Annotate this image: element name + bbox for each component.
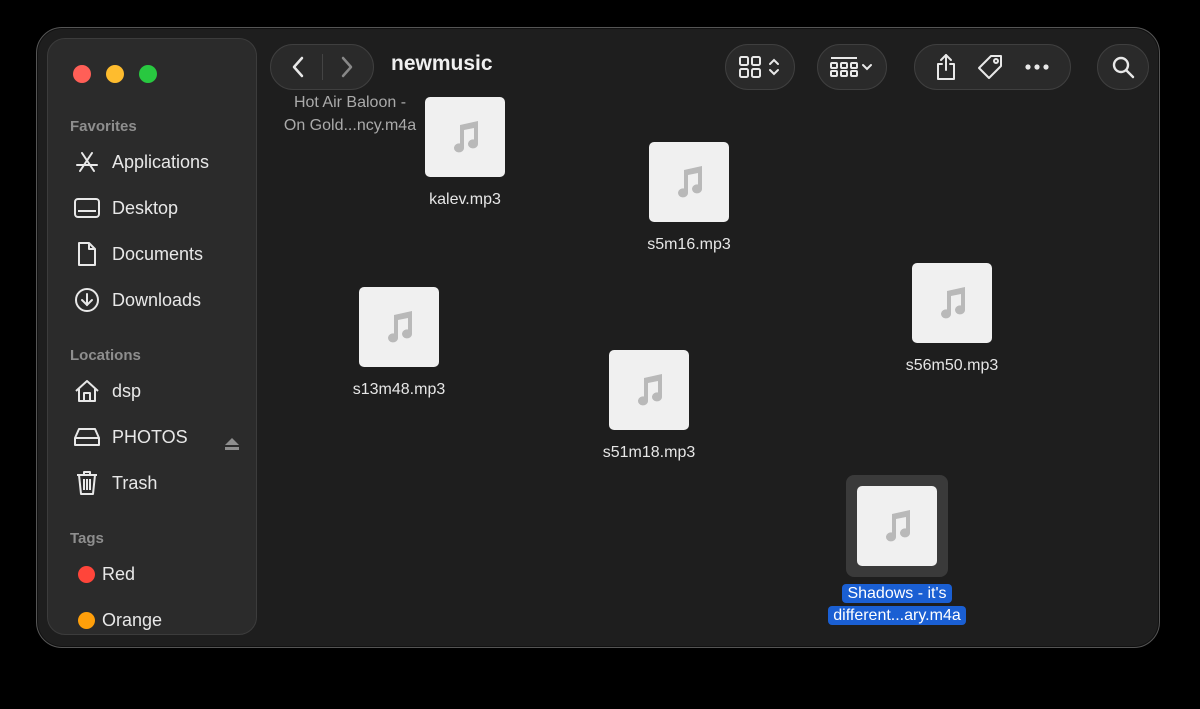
music-file-icon bbox=[609, 350, 689, 430]
file-item[interactable]: s51m18.mp3 bbox=[569, 348, 729, 464]
sidebar-item-photos[interactable]: PHOTOS bbox=[72, 422, 247, 452]
sidebar-item-label: Red bbox=[102, 563, 136, 584]
file-item[interactable]: kalev.mp3 bbox=[385, 95, 545, 211]
icon-view-icon bbox=[739, 56, 779, 78]
window-title: newmusic bbox=[391, 52, 493, 75]
file-name: s13m48.mp3 bbox=[352, 381, 446, 398]
home-icon bbox=[72, 378, 102, 404]
file-item[interactable]: s56m50.mp3 bbox=[872, 261, 1032, 377]
music-file-icon bbox=[425, 97, 505, 177]
sidebar-item-documents[interactable]: Documents bbox=[72, 239, 247, 269]
favorites-header: Favorites bbox=[70, 118, 137, 135]
file-name: kalev.mp3 bbox=[429, 191, 501, 208]
file-item-selected[interactable]: Shadows - it's different...ary.m4a bbox=[817, 475, 977, 627]
file-name: s5m16.mp3 bbox=[647, 236, 731, 253]
music-file-icon bbox=[649, 142, 729, 222]
file-name: s51m18.mp3 bbox=[602, 444, 696, 461]
action-buttons bbox=[914, 44, 1071, 90]
file-item[interactable]: s5m16.mp3 bbox=[609, 140, 769, 256]
trash-icon bbox=[72, 470, 102, 496]
group-by-button[interactable] bbox=[817, 44, 887, 90]
minimize-window-button[interactable] bbox=[106, 65, 124, 83]
drive-icon bbox=[72, 424, 102, 450]
sidebar-item-label: Desktop bbox=[112, 197, 179, 218]
file-item[interactable]: s13m48.mp3 bbox=[319, 285, 479, 401]
file-name-line2: different...ary.m4a bbox=[828, 606, 966, 625]
search-button[interactable] bbox=[1097, 44, 1149, 90]
sidebar: Favorites Applications Desktop Documents… bbox=[47, 38, 257, 635]
forward-button[interactable] bbox=[323, 56, 371, 78]
locations-header: Locations bbox=[70, 347, 141, 364]
sidebar-item-label: PHOTOS bbox=[112, 426, 188, 447]
share-icon bbox=[936, 54, 955, 80]
document-icon bbox=[72, 241, 102, 267]
sidebar-item-label: Downloads bbox=[112, 289, 202, 310]
back-button[interactable] bbox=[274, 56, 322, 78]
eject-icon[interactable] bbox=[224, 437, 240, 456]
sidebar-item-tag-red[interactable]: Red bbox=[72, 559, 247, 589]
sidebar-item-trash[interactable]: Trash bbox=[72, 468, 247, 498]
red-tag-icon bbox=[78, 565, 95, 583]
file-name-line1: Shadows - it's bbox=[842, 584, 952, 603]
tag-button[interactable] bbox=[976, 53, 1004, 81]
share-button[interactable] bbox=[935, 53, 957, 81]
navigation-buttons bbox=[270, 44, 374, 90]
sidebar-item-label: Documents bbox=[112, 243, 204, 264]
sidebar-item-tag-orange[interactable]: Orange bbox=[72, 605, 247, 635]
ellipsis-icon bbox=[1025, 64, 1049, 70]
sidebar-item-label: dsp bbox=[112, 380, 142, 401]
sidebar-item-label: Orange bbox=[102, 609, 163, 630]
sidebar-item-dsp[interactable]: dsp bbox=[72, 376, 247, 406]
sidebar-item-label: Applications bbox=[112, 151, 210, 172]
download-icon bbox=[72, 287, 102, 313]
chevron-right-icon bbox=[341, 56, 352, 78]
music-file-icon bbox=[912, 263, 992, 343]
view-mode-button[interactable] bbox=[725, 44, 795, 90]
applications-icon bbox=[72, 149, 102, 175]
finder-window: Favorites Applications Desktop Documents… bbox=[36, 27, 1160, 648]
music-file-icon bbox=[857, 486, 937, 566]
zoom-window-button[interactable] bbox=[139, 65, 157, 83]
tags-header: Tags bbox=[70, 530, 104, 547]
orange-tag-icon bbox=[78, 611, 95, 629]
desktop-icon bbox=[72, 195, 102, 221]
sidebar-item-desktop[interactable]: Desktop bbox=[72, 193, 247, 223]
sidebar-item-label: Trash bbox=[112, 472, 158, 493]
sidebar-item-downloads[interactable]: Downloads bbox=[72, 285, 247, 315]
more-button[interactable] bbox=[1024, 63, 1050, 71]
music-file-icon bbox=[359, 287, 439, 367]
search-icon bbox=[1112, 56, 1135, 79]
group-icon bbox=[830, 57, 872, 77]
tag-icon bbox=[978, 55, 1003, 79]
chevron-left-icon bbox=[292, 56, 303, 78]
file-name: s56m50.mp3 bbox=[905, 357, 999, 374]
sidebar-item-applications[interactable]: Applications bbox=[72, 147, 247, 177]
close-window-button[interactable] bbox=[73, 65, 91, 83]
file-name: Shadows - it's different...ary.m4a bbox=[817, 583, 977, 627]
